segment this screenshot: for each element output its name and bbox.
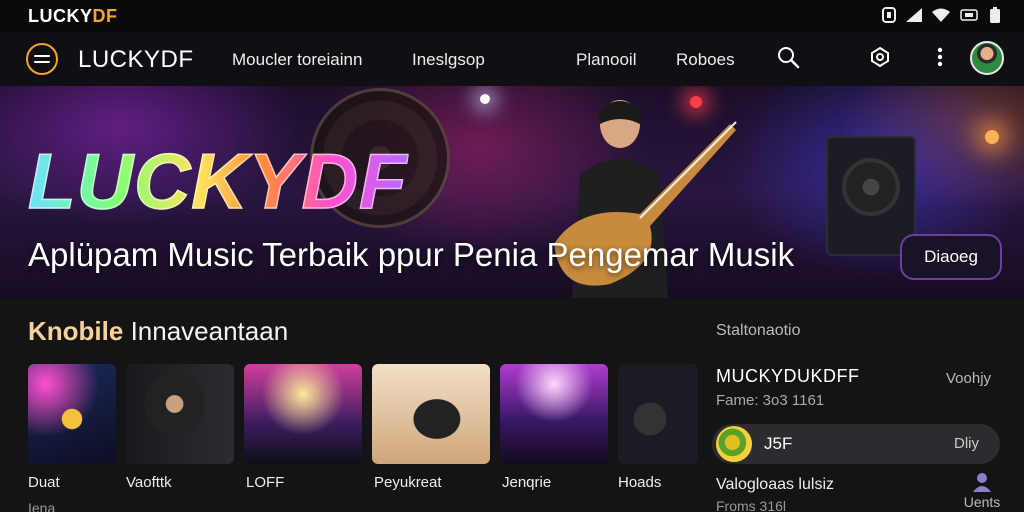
hero-subtitle: Aplüpam Music Terbaik ppur Penia Pengema… [28, 236, 795, 273]
battery-icon [990, 7, 1000, 23]
panel-subtitle-meta: Froms 316l [716, 498, 787, 512]
more-options-icon[interactable] [932, 45, 948, 69]
hero-title: LUCKYDF [27, 136, 408, 226]
panel-title[interactable]: MUCKYDUKDFF [716, 366, 860, 387]
track-artwork [716, 426, 752, 462]
panel-subtitle[interactable]: Valogloaas lulsiz [716, 476, 834, 494]
thumbnail-label: Hoads [618, 474, 662, 491]
hero-banner: LUCKYDF Aplüpam Music Terbaik ppur Penia… [0, 86, 1024, 298]
notification-icon[interactable] [868, 45, 892, 69]
hero-cta-button[interactable]: Diaoeg [900, 234, 1002, 280]
status-bar: LUCKYDF [0, 0, 1024, 32]
nav-link-3[interactable]: Planooil [576, 50, 637, 70]
thumbnail-sub-label: Iena [28, 500, 56, 512]
section-title: Knobile Innaveantaan [28, 316, 289, 346]
top-nav: LUCKYDF Moucler toreiainn Ineslgsop Plan… [0, 32, 1024, 86]
signal-icon [906, 8, 922, 22]
status-logo: LUCKYDF [28, 5, 118, 26]
panel-label: Staltonaotio [716, 322, 801, 339]
thumbnail-label: LOFF [246, 474, 285, 491]
wifi-icon [932, 8, 950, 22]
user-icon [973, 473, 991, 492]
brand-title[interactable]: LUCKYDF [78, 46, 194, 74]
thumbnail-card[interactable] [126, 364, 234, 464]
nav-link-4[interactable]: Roboes [676, 50, 735, 70]
content-area: Knobile Innaveantaan Duat Vaofttk LOFF P… [0, 298, 1024, 512]
thumbnail-card[interactable] [244, 364, 362, 464]
users-button[interactable]: Uents [958, 472, 1006, 510]
thumbnail-label: Vaofttk [126, 474, 172, 491]
panel-meta: Fame: 3o3 1161 [716, 392, 825, 409]
thumbnail-card[interactable] [372, 364, 490, 464]
status-icons [882, 7, 1000, 23]
nfc-icon [882, 7, 896, 23]
user-avatar[interactable] [970, 41, 1004, 75]
thumbnail-card[interactable] [618, 364, 698, 464]
thumbnail-row [28, 364, 698, 464]
thumbnail-label: Jenqrie [502, 474, 552, 491]
battery-saver-icon [960, 9, 978, 21]
stage-light [480, 94, 490, 104]
search-icon[interactable] [776, 45, 800, 69]
thumbnail-label: Peyukreat [374, 474, 442, 491]
track-status: Dliy [954, 435, 979, 452]
thumbnail-card[interactable] [500, 364, 608, 464]
now-playing-bar[interactable]: J5F Dliy [712, 424, 1000, 464]
menu-button[interactable] [26, 43, 58, 75]
menu-icon [34, 55, 50, 63]
nav-link-2[interactable]: Ineslgsop [412, 50, 485, 70]
panel-side-text: Voohjy [946, 370, 992, 387]
track-title: J5F [764, 434, 793, 453]
thumbnail-label: Duat [28, 474, 60, 491]
thumbnail-card[interactable] [28, 364, 116, 464]
users-button-label: Uents [963, 494, 1001, 510]
stage-light [985, 130, 999, 144]
nav-link-1[interactable]: Moucler toreiainn [232, 50, 362, 70]
